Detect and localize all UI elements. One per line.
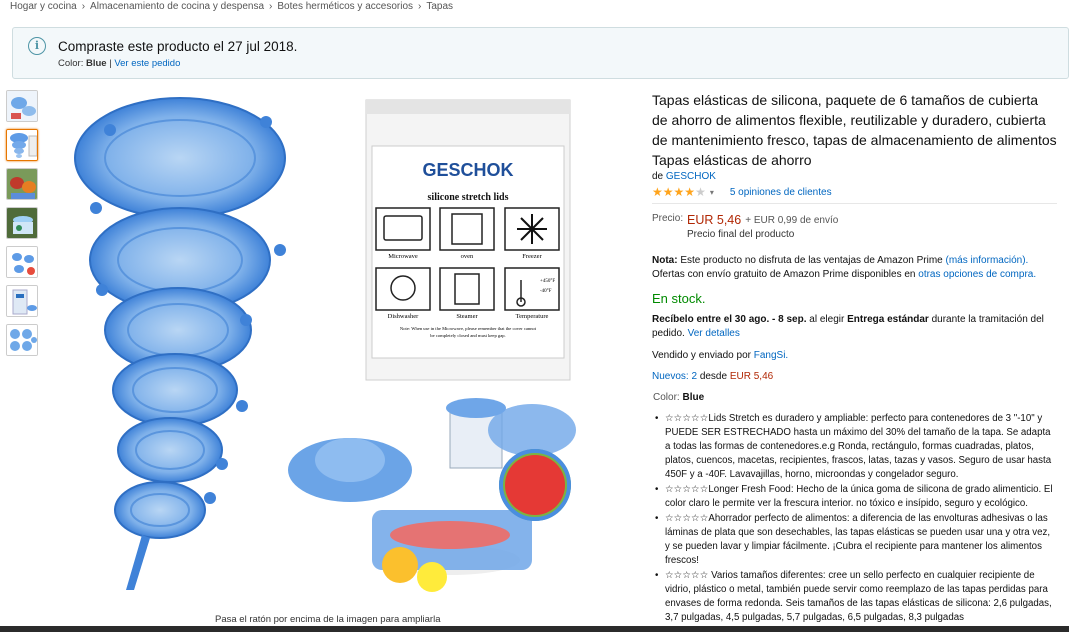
temp-high-label: +450°F <box>540 279 555 284</box>
seller-link[interactable]: FangSi. <box>754 350 788 361</box>
temp-low-label: -40°F <box>540 289 552 294</box>
thumbnail[interactable] <box>6 129 38 161</box>
label-temperature: Temperature <box>516 313 549 320</box>
delivery-details-link[interactable]: Ver detalles <box>688 328 740 339</box>
price-row: Precio: EUR 5,46 + EUR 0,99 de envío <box>652 213 1057 227</box>
price-value: EUR 5,46 <box>687 213 742 227</box>
view-order-link[interactable]: Ver este pedido <box>114 58 180 69</box>
label-microwave: Microwave <box>388 253 418 260</box>
seller-info: Vendido y enviado por FangSi. <box>652 350 1057 361</box>
new-offers-text: desde <box>699 371 728 382</box>
color-label: Color: <box>58 58 84 69</box>
brand-byline: de GESCHOK <box>652 171 1057 182</box>
purchase-notice-title: Compraste este producto el 27 jul 2018. <box>58 39 298 54</box>
color-selection: Color: Blue <box>652 392 1057 403</box>
new-offers-price: EUR 5,46 <box>729 371 774 382</box>
stacked-lids-illustration <box>74 97 286 590</box>
breadcrumb-item[interactable]: Tapas <box>426 1 453 12</box>
rating-row: ★★★★★ ▾ 5 opiniones de clientes <box>652 185 1057 199</box>
label-steamer: Steamer <box>456 313 478 320</box>
main-product-image[interactable]: GESCHOK silicone stretch lids Microwave … <box>50 90 605 610</box>
purchase-notice: i Compraste este producto el 27 jul 2018… <box>12 27 1069 79</box>
breadcrumb-item[interactable]: Hogar y cocina <box>10 1 77 12</box>
seller-text: Vendido y enviado por <box>652 350 751 361</box>
breadcrumb-item[interactable]: Almacenamiento de cocina y despensa <box>90 1 264 12</box>
chevron-down-icon[interactable]: ▾ <box>710 188 714 197</box>
zoom-hint: Pasa el ratón por encima de la imagen pa… <box>215 614 441 625</box>
breadcrumb-item[interactable]: Botes herméticos y accesorios <box>277 1 413 12</box>
purchase-notice-details: Color: Blue | Ver este pedido <box>58 58 180 69</box>
shipping-cost: + EUR 0,99 de envío <box>745 215 839 226</box>
note-text: Este producto no disfruta de las ventaja… <box>680 255 943 266</box>
thumbnail[interactable] <box>6 90 38 122</box>
thumbnail[interactable] <box>6 285 38 317</box>
new-offers-link[interactable]: Nuevos: 2 <box>652 371 697 382</box>
bottom-bar <box>0 626 1069 632</box>
color-value: Blue <box>682 392 705 403</box>
prime-note: Nota: Este producto no disfruta de las v… <box>652 254 1057 282</box>
other-options-link[interactable]: otras opciones de compra. <box>918 269 1036 280</box>
star-icon: ★ <box>684 185 696 199</box>
thumbnail-strip <box>6 90 40 363</box>
feature-bullets: ☆☆☆☆☆Lids Stretch es duradero y ampliabl… <box>652 412 1057 625</box>
brand-logo-text: GESCHOK <box>422 160 513 180</box>
final-price-note: Precio final del producto <box>687 229 795 240</box>
label-freezer: Freezer <box>522 253 542 260</box>
star-icon: ★ <box>662 185 674 199</box>
by-prefix: de <box>652 171 664 182</box>
more-info-link[interactable]: (más información). <box>946 255 1029 266</box>
breadcrumb-separator: › <box>418 1 422 12</box>
containers-illustration <box>288 398 576 592</box>
new-offers: Nuevos: 2 desde EUR 5,46 <box>652 371 1057 382</box>
product-title: Tapas elásticas de silicona, paquete de … <box>652 92 1057 168</box>
feature-bullet: ☆☆☆☆☆Ahorrador perfecto de alimentos: a … <box>655 512 1057 568</box>
label-dishwasher: Dishwasher <box>388 313 420 320</box>
stock-status: En stock. <box>652 291 706 306</box>
info-icon: i <box>28 37 46 55</box>
divider: | <box>109 58 112 69</box>
note-label: Nota: <box>652 255 678 266</box>
note-line2: Ofertas con envío gratuito de Amazon Pri… <box>652 269 916 280</box>
bag-subtitle: silicone stretch lids <box>428 192 509 203</box>
breadcrumb-separator: › <box>269 1 273 12</box>
bag-note-line2: be completely closed and must keep gap. <box>430 333 505 338</box>
delivery-text: al elegir <box>809 314 845 325</box>
thumbnail[interactable] <box>6 207 38 239</box>
star-icon: ★ <box>673 185 685 199</box>
thumbnail[interactable] <box>6 168 38 200</box>
price-label: Precio: <box>652 213 684 224</box>
color-value: Blue <box>85 58 107 69</box>
color-label: Color: <box>653 392 680 403</box>
feature-bullet: ☆☆☆☆☆ Varios tamaños diferentes: cree un… <box>655 569 1057 625</box>
delivery-method: Entrega estándar <box>847 314 929 325</box>
divider <box>652 203 1057 204</box>
delivery-dates: Recíbelo entre el 30 ago. - 8 sep. <box>652 314 807 325</box>
label-oven: oven <box>461 253 474 260</box>
feature-bullet: ☆☆☆☆☆Longer Fresh Food: Hecho de la únic… <box>655 483 1057 511</box>
product-details: Tapas elásticas de silicona, paquete de … <box>652 90 1057 626</box>
reviews-link[interactable]: 5 opiniones de clientes <box>730 187 832 198</box>
brand-link[interactable]: GESCHOK <box>666 171 716 182</box>
thumbnail[interactable] <box>6 324 38 356</box>
star-icon: ★ <box>695 185 706 199</box>
delivery-info: Recíbelo entre el 30 ago. - 8 sep. al el… <box>652 313 1057 341</box>
thumbnail[interactable] <box>6 246 38 278</box>
star-icon: ★ <box>652 185 663 199</box>
freezer-icon <box>517 214 547 244</box>
star-rating[interactable]: ★★★★★ <box>652 185 706 199</box>
breadcrumb: Hogar y cocina › Almacenamiento de cocina … <box>10 1 453 12</box>
feature-bullet: ☆☆☆☆☆Lids Stretch es duradero y ampliabl… <box>655 412 1057 482</box>
breadcrumb-separator: › <box>81 1 86 12</box>
